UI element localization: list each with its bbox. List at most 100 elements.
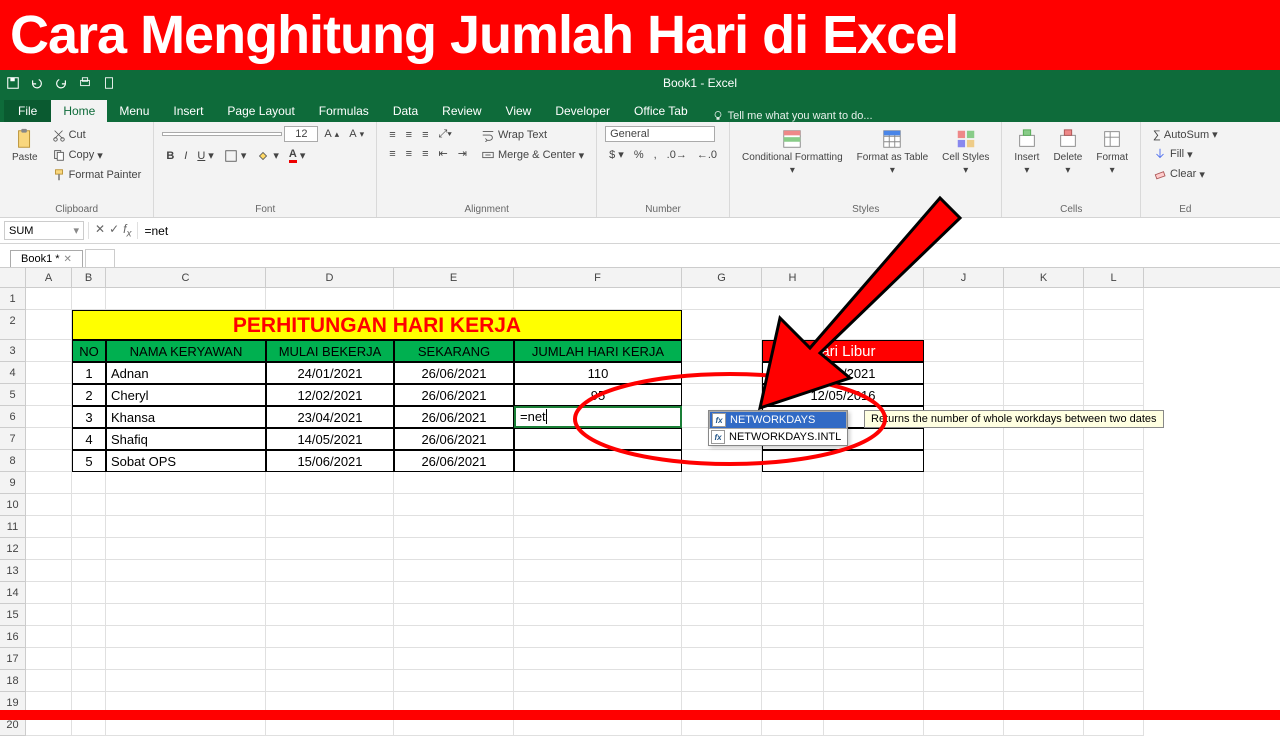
cell[interactable] (514, 670, 682, 692)
align-right-button[interactable]: ≡ (418, 146, 432, 162)
cell[interactable]: 14/06/2021 (762, 362, 924, 384)
comma-button[interactable]: , (650, 147, 661, 163)
cell[interactable] (26, 494, 72, 516)
cell[interactable] (1084, 670, 1144, 692)
cell[interactable]: Shafiq (106, 428, 266, 450)
cell[interactable]: 14/05/2021 (266, 428, 394, 450)
cell[interactable] (824, 538, 924, 560)
cell[interactable] (682, 648, 762, 670)
tab-review[interactable]: Review (430, 100, 493, 122)
new-icon[interactable] (102, 76, 116, 90)
cell[interactable] (106, 626, 266, 648)
decrease-indent-button[interactable]: ⇤ (435, 145, 452, 162)
cell[interactable] (682, 384, 762, 406)
cell[interactable] (762, 626, 824, 648)
tab-office-tab[interactable]: Office Tab (622, 100, 700, 122)
cell[interactable] (394, 626, 514, 648)
cell[interactable] (1084, 494, 1144, 516)
cell-styles-button[interactable]: Cell Styles▾ (938, 126, 993, 178)
tab-insert[interactable]: Insert (161, 100, 215, 122)
decrease-font-button[interactable]: A▾ (345, 126, 368, 142)
cell[interactable] (824, 560, 924, 582)
align-top-button[interactable]: ≡ (385, 127, 399, 143)
cell[interactable] (72, 626, 106, 648)
tab-page-layout[interactable]: Page Layout (215, 100, 306, 122)
cell[interactable] (1004, 648, 1084, 670)
row-header[interactable]: 8 (0, 450, 26, 472)
fill-color-button[interactable]: ▾ (252, 147, 283, 165)
row-header[interactable]: 15 (0, 604, 26, 626)
cell[interactable] (26, 340, 72, 362)
cell[interactable] (514, 626, 682, 648)
align-bottom-button[interactable]: ≡ (418, 127, 432, 143)
format-table-button[interactable]: Format as Table▾ (853, 126, 933, 178)
name-box[interactable]: SUM▾ (4, 221, 84, 240)
cell[interactable] (924, 538, 1004, 560)
cell[interactable]: 2 (72, 384, 106, 406)
cell[interactable] (924, 648, 1004, 670)
cell[interactable] (1004, 516, 1084, 538)
cell[interactable]: NAMA KERYAWAN (106, 340, 266, 362)
cell[interactable] (924, 582, 1004, 604)
cell[interactable]: 3 (72, 406, 106, 428)
cell[interactable] (72, 582, 106, 604)
cell[interactable] (266, 538, 394, 560)
cell[interactable] (1084, 604, 1144, 626)
row-header[interactable]: 7 (0, 428, 26, 450)
cell[interactable] (682, 288, 762, 310)
cell[interactable] (266, 560, 394, 582)
cell[interactable] (514, 604, 682, 626)
cell[interactable] (106, 288, 266, 310)
tab-menu[interactable]: Menu (107, 100, 161, 122)
cell[interactable] (762, 288, 824, 310)
tab-file[interactable]: File (4, 100, 51, 122)
cell[interactable]: SEKARANG (394, 340, 514, 362)
cell[interactable] (1084, 288, 1144, 310)
cell[interactable] (514, 560, 682, 582)
increase-decimal-button[interactable]: .0→ (663, 147, 691, 163)
cell[interactable] (1004, 384, 1084, 406)
cell[interactable] (762, 494, 824, 516)
cell[interactable]: JUMLAH HARI KERJA (514, 340, 682, 362)
cell[interactable] (924, 626, 1004, 648)
cell[interactable]: =net (514, 406, 682, 428)
cell[interactable] (1084, 340, 1144, 362)
cell[interactable] (924, 288, 1004, 310)
wrap-text-button[interactable]: Wrap Text (477, 126, 588, 144)
cell[interactable] (924, 604, 1004, 626)
cell[interactable] (26, 604, 72, 626)
cell[interactable] (762, 310, 824, 340)
cell[interactable] (26, 582, 72, 604)
cell[interactable] (26, 406, 72, 428)
cell[interactable] (824, 582, 924, 604)
row-header[interactable]: 3 (0, 340, 26, 362)
orientation-button[interactable]: ⤢▾ (435, 126, 456, 143)
select-all-corner[interactable] (0, 268, 26, 287)
insert-cells-button[interactable]: Insert▾ (1010, 126, 1043, 178)
cell[interactable] (266, 626, 394, 648)
cell[interactable] (26, 362, 72, 384)
cell[interactable] (1084, 648, 1144, 670)
col-header[interactable]: D (266, 268, 394, 287)
merge-center-button[interactable]: Merge & Center ▾ (477, 146, 588, 164)
cell[interactable] (824, 288, 924, 310)
accounting-button[interactable]: $ ▾ (605, 146, 628, 163)
cell[interactable] (394, 494, 514, 516)
cell[interactable] (762, 472, 824, 494)
font-name-select[interactable] (162, 132, 282, 136)
cell[interactable] (924, 494, 1004, 516)
row-header[interactable]: 9 (0, 472, 26, 494)
cell[interactable] (514, 450, 682, 472)
cell[interactable] (26, 538, 72, 560)
cell[interactable] (266, 472, 394, 494)
cell[interactable] (682, 516, 762, 538)
enter-formula-icon[interactable]: ✓ (109, 222, 119, 239)
cell[interactable] (682, 310, 762, 340)
tell-me[interactable]: Tell me what you want to do... (712, 110, 873, 122)
cell[interactable] (1004, 604, 1084, 626)
cell[interactable] (266, 670, 394, 692)
cell[interactable] (514, 648, 682, 670)
cut-button[interactable]: Cut (48, 126, 146, 144)
cell[interactable] (682, 362, 762, 384)
close-tab-icon[interactable]: ✕ (64, 254, 72, 265)
